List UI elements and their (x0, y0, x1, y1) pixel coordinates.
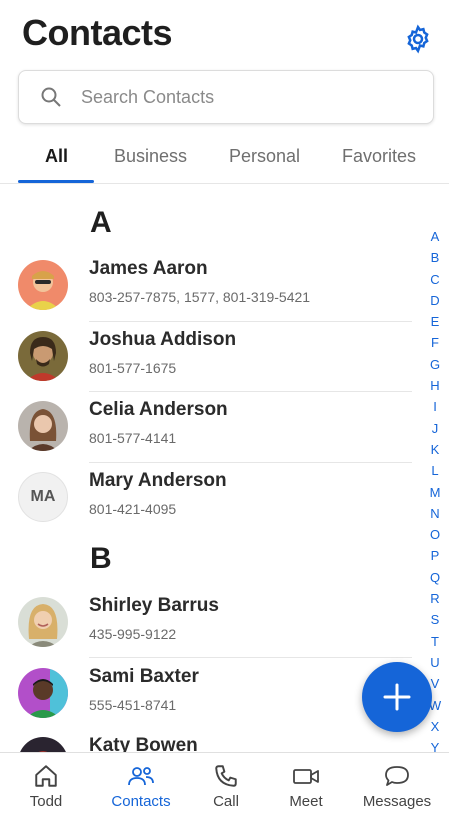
alpha-index-letter[interactable]: L (424, 460, 446, 481)
contact-phone: 801-577-1675 (89, 360, 177, 376)
alpha-index-letter[interactable]: O (424, 524, 446, 545)
alpha-index-letter[interactable]: U (424, 652, 446, 673)
alpha-index-letter[interactable]: I (424, 396, 446, 417)
contact-phone: 803-257-7875, 1577, 801-319-5421 (89, 289, 311, 305)
contact-phone: 435-995-9122 (89, 626, 177, 642)
avatar (18, 260, 68, 310)
contact-name: Katy Bowen (89, 735, 198, 752)
contact-name: Sami Baxter (89, 666, 199, 687)
alpha-index-letter[interactable]: T (424, 631, 446, 652)
contact-row[interactable]: MA Mary Anderson 801-421-4095 (0, 462, 412, 532)
contact-row[interactable]: James Aaron 803-257-7875, 1577, 801-319-… (0, 250, 412, 320)
add-contact-button[interactable] (362, 662, 432, 732)
alpha-index-letter[interactable]: E (424, 311, 446, 332)
alpha-index-letter[interactable]: D (424, 290, 446, 311)
avatar (18, 737, 68, 752)
contact-phone: 801-421-4095 (89, 501, 177, 517)
contact-name: Joshua Addison (89, 329, 237, 350)
alpha-index-letter[interactable]: B (424, 247, 446, 268)
alpha-index-letter[interactable]: X (424, 716, 446, 737)
alpha-index-letter[interactable]: K (424, 439, 446, 460)
search-icon (37, 83, 65, 111)
avatar (18, 597, 68, 647)
contact-name: Shirley Barrus (89, 595, 219, 616)
avatar (18, 331, 68, 381)
tab-bar: All Business Personal Favorites (0, 132, 449, 184)
alpha-index-letter[interactable]: S (424, 609, 446, 630)
alpha-index-letter[interactable]: N (424, 503, 446, 524)
alpha-index-letter[interactable]: P (424, 545, 446, 566)
plus-icon (383, 683, 411, 711)
nav-messages[interactable]: Messages (357, 753, 437, 815)
tab-all[interactable]: All (45, 146, 68, 167)
contact-row[interactable]: Joshua Addison 801-577-1675 (0, 321, 412, 391)
nav-label: Todd (29, 793, 63, 810)
home-icon (6, 763, 86, 789)
nav-meet[interactable]: Meet (266, 753, 346, 815)
contact-name: Mary Anderson (89, 470, 227, 491)
search-bar[interactable] (18, 70, 434, 124)
contact-row[interactable]: Shirley Barrus 435-995-9122 (0, 587, 412, 657)
alpha-index-letter[interactable]: R (424, 588, 446, 609)
nav-contacts[interactable]: Contacts (101, 753, 181, 815)
contact-name: James Aaron (89, 258, 208, 279)
alpha-index-letter[interactable]: J (424, 418, 446, 439)
section-header-b: B (90, 542, 112, 575)
contact-phone: 801-577-4141 (89, 430, 177, 446)
contact-name: Celia Anderson (89, 399, 228, 420)
alpha-index-letter[interactable]: G (424, 354, 446, 375)
nav-todd[interactable]: Todd (6, 753, 86, 815)
nav-call[interactable]: Call (186, 753, 266, 815)
gear-icon[interactable] (401, 22, 435, 56)
contact-row[interactable]: Katy Bowen (0, 727, 412, 752)
phone-icon (186, 763, 266, 789)
avatar (18, 401, 68, 451)
page-title: Contacts (22, 12, 173, 53)
alpha-index-letter[interactable]: A (424, 226, 446, 247)
tab-favorites[interactable]: Favorites (342, 146, 416, 167)
avatar (18, 668, 68, 718)
bottom-nav: Todd Contacts Call Meet Messages (0, 752, 449, 815)
nav-label: Messages (362, 793, 432, 810)
search-input[interactable] (81, 86, 401, 108)
contacts-icon (101, 763, 181, 789)
alpha-index-letter[interactable]: F (424, 332, 446, 353)
avatar-initials: MA (18, 472, 68, 522)
contact-row[interactable]: Sami Baxter 555-451-8741 (0, 658, 412, 728)
tab-personal[interactable]: Personal (229, 146, 300, 167)
tab-business[interactable]: Business (114, 146, 187, 167)
alpha-index-letter[interactable]: H (424, 375, 446, 396)
alpha-index-letter[interactable]: M (424, 482, 446, 503)
nav-label: Meet (289, 793, 323, 810)
alpha-index-letter[interactable]: C (424, 269, 446, 290)
contact-row[interactable]: Celia Anderson 801-577-4141 (0, 391, 412, 461)
header: Contacts (0, 0, 449, 66)
contact-phone: 555-451-8741 (89, 697, 177, 713)
active-tab-indicator (18, 180, 94, 183)
chat-icon (357, 763, 437, 789)
video-icon (266, 763, 346, 789)
alpha-index-letter[interactable]: Q (424, 567, 446, 588)
section-header-a: A (90, 206, 112, 239)
